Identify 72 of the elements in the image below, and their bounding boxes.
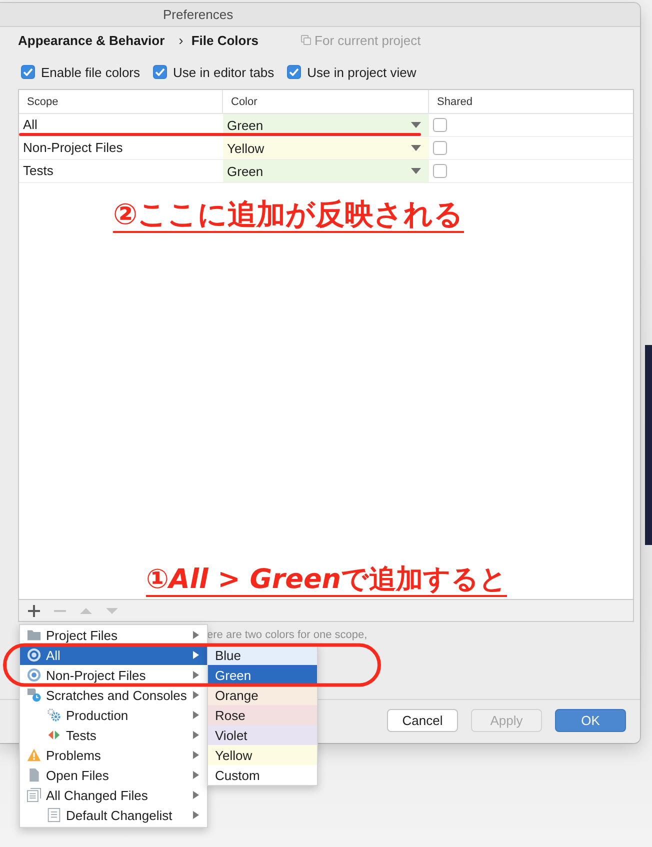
checkbox-label[interactable]: Use in editor tabs (173, 64, 274, 80)
file-icon (27, 768, 41, 782)
menu-item[interactable]: Rose (208, 705, 317, 725)
checkbox-label[interactable]: Enable file colors (41, 64, 140, 80)
add-icon[interactable] (28, 604, 40, 616)
submenu-arrow-icon (193, 671, 199, 679)
checkmark-icon (23, 68, 33, 76)
ring-icon (27, 668, 41, 682)
submenu-arrow-icon (193, 731, 199, 739)
checkbox[interactable] (433, 164, 447, 178)
table-cell-text: All (22, 116, 38, 133)
menu-item[interactable]: Tests (20, 725, 207, 745)
menu-item[interactable]: Non-Project Files (20, 665, 207, 685)
menu-item[interactable]: Orange (208, 685, 317, 705)
checkbox-label[interactable]: Use in project view (307, 64, 416, 80)
submenu-arrow-icon (193, 711, 199, 719)
dialog-button[interactable]: Cancel (387, 709, 458, 732)
menu-item[interactable]: Violet (208, 725, 317, 745)
menu-item[interactable]: Project Files (20, 625, 207, 645)
menu-item[interactable]: Blue (208, 645, 317, 665)
copy-icon (300, 35, 311, 45)
table-cell-text: Tests (22, 162, 54, 179)
menu-item[interactable]: Custom (208, 765, 317, 785)
color-dropdown[interactable]: Yellow (223, 137, 429, 159)
gear-icon (47, 708, 61, 722)
submenu-arrow-icon (193, 771, 199, 779)
checkbox[interactable] (21, 65, 35, 79)
color-dropdown[interactable]: Green (223, 160, 429, 182)
arrows-icon (47, 728, 61, 742)
list-document-icon (47, 808, 61, 822)
dropdown-arrow-icon (411, 122, 421, 128)
ring-icon (27, 648, 41, 662)
dropdown-arrow-icon (411, 145, 421, 151)
submenu-arrow-icon (193, 751, 199, 759)
menu-item[interactable]: Scratches and Consoles (20, 685, 207, 705)
scope-note: For current project (314, 32, 421, 48)
column-header[interactable]: Shared (429, 90, 633, 113)
submenu-arrow-icon (193, 791, 199, 799)
checkbox[interactable] (433, 141, 447, 155)
submenu-arrow-icon (193, 691, 199, 699)
table-cell-text: Non-Project Files (22, 139, 124, 156)
submenu-arrow-icon (193, 631, 199, 639)
checkbox[interactable] (153, 65, 167, 79)
breadcrumb-parent[interactable]: Appearance & Behavior (18, 32, 165, 48)
breadcrumb-current: File Colors (191, 32, 259, 48)
dropdown-arrow-icon (411, 168, 421, 174)
documents-icon (27, 788, 41, 802)
column-header[interactable]: Scope (19, 90, 223, 113)
menu-item[interactable]: All Changed Files (20, 785, 207, 805)
hint-text: ere are two colors for one scope, (207, 629, 368, 643)
checkmark-icon (155, 68, 165, 76)
annotation-text: ①All > Greenで追加すると (146, 565, 508, 597)
menu-item[interactable]: Default Changelist (20, 805, 207, 825)
breadcrumb-separator: › (178, 32, 184, 48)
dialog-button[interactable]: OK (555, 709, 626, 732)
warning-icon (27, 748, 41, 762)
column-header[interactable]: Color (223, 90, 429, 113)
document-clock-icon (27, 688, 41, 702)
submenu-arrow-icon (193, 651, 199, 659)
submenu-arrow-icon (193, 811, 199, 819)
menu-item[interactable]: Open Files (20, 765, 207, 785)
checkbox[interactable] (433, 118, 447, 132)
menu-item[interactable]: Problems (20, 745, 207, 765)
folder-icon (27, 628, 41, 642)
menu-item[interactable]: Yellow (208, 745, 317, 765)
menu-item[interactable]: Green (208, 665, 317, 685)
checkmark-icon (289, 68, 300, 76)
menu-item[interactable]: Production (20, 705, 207, 725)
menu-item[interactable]: All (20, 645, 207, 665)
window-title: Preferences (163, 7, 234, 22)
checkbox[interactable] (287, 65, 302, 79)
annotation-text: ②ここに追加が反映される (113, 199, 464, 233)
